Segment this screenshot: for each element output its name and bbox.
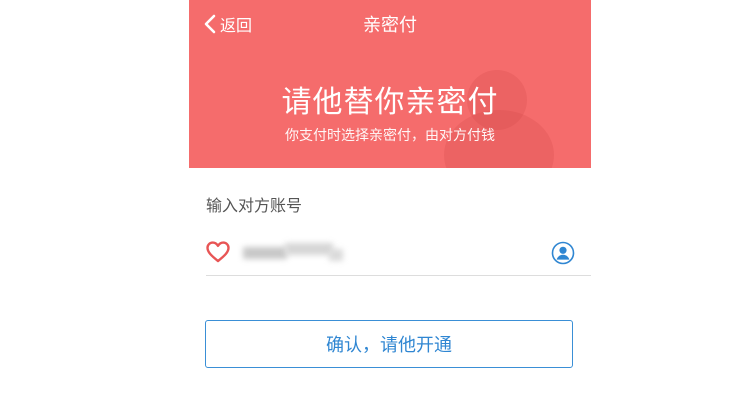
heart-outline-icon [206,241,230,263]
account-section-label: 输入对方账号 [206,196,303,215]
page-title: 亲密付 [363,15,417,36]
person-circle-icon[interactable] [551,241,575,265]
obscured-account-text [285,243,333,255]
account-input-row [189,228,591,276]
confirm-open-button-label: 确认，请他开通 [326,335,452,356]
obscured-account-text [243,247,287,259]
hero-banner: 返回 亲密付 请他替你亲密付 你支付时选择亲密付，由对方付钱 [189,0,591,168]
input-divider [206,275,591,276]
app-screen: 返回 亲密付 请他替你亲密付 你支付时选择亲密付，由对方付钱 输入对方账号 确认… [189,0,591,400]
hero-subtitle: 你支付时选择亲密付，由对方付钱 [285,128,495,144]
obscured-account-text [329,249,343,261]
confirm-open-button[interactable]: 确认，请他开通 [205,320,573,368]
navigation-bar: 返回 亲密付 [189,0,591,48]
hero-title: 请他替你亲密付 [281,85,499,120]
